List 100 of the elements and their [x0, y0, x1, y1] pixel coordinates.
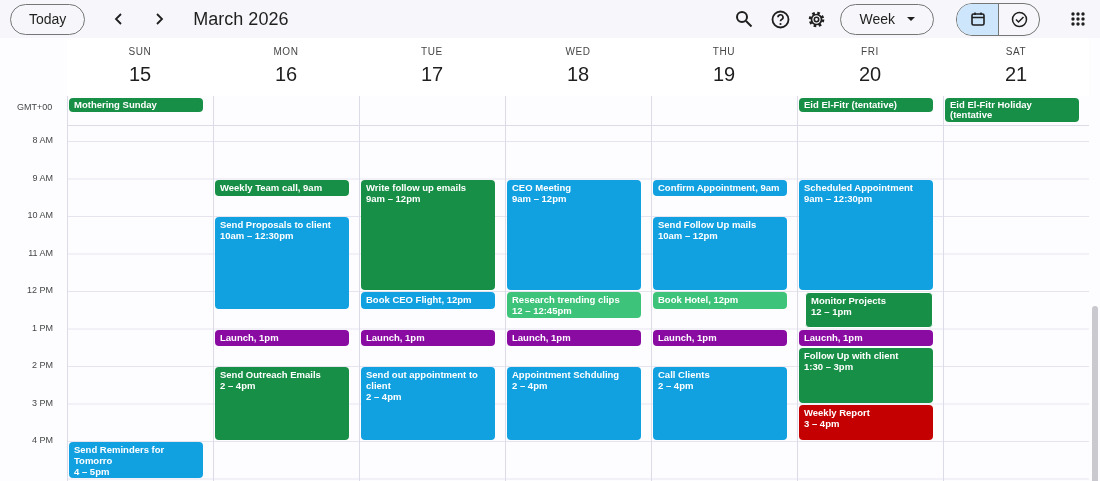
event-block[interactable]: Scheduled Appointment 9am – 12:30pm: [799, 179, 933, 290]
event-title: Write follow up emails: [366, 181, 468, 193]
month-title: March 2026: [193, 8, 290, 30]
event-block[interactable]: Send out appointment to client 2 – 4pm: [361, 367, 495, 440]
event-title: Laucnh, 1pm: [804, 331, 864, 343]
event-title: Weekly Team call, 9am: [220, 181, 324, 193]
event-title: Send Outreach Emails: [220, 369, 322, 380]
event-block[interactable]: Write follow up emails 9am – 12pm: [361, 179, 495, 290]
event-block[interactable]: Follow Up with client 1:30 – 3pm: [799, 348, 933, 403]
event-block[interactable]: Send Proposals to client 10am – 12:30pm: [215, 217, 349, 309]
event-time: 2 – 4pm: [220, 380, 257, 391]
event-title: Send out appointment to client: [366, 369, 479, 391]
help-icon[interactable]: [770, 9, 790, 29]
event-title: Book Hotel, 12pm: [658, 294, 740, 305]
event-time: 12 – 12:45pm: [512, 305, 573, 316]
day-column[interactable]: Weekly Team call, 9am Send Proposals to client 10am – 12:30pm Launch, 1pm Send Outreach Emails 2 – 4pm: [213, 126, 359, 481]
day-column[interactable]: Confirm Appointment, 9am Send Follow Up mails 10am – 12pm Book Hotel, 12pm Launch, 1pm Call Clients 2 – 4pm: [651, 126, 797, 481]
hour-label: 10 AM: [27, 210, 53, 220]
all-day-cell[interactable]: [651, 96, 797, 126]
date-number[interactable]: 21: [1004, 63, 1028, 86]
event-title: Research trending clips: [512, 294, 621, 305]
event-time: 2 – 4pm: [658, 380, 695, 391]
search-icon[interactable]: [735, 10, 754, 28]
event-title: Launch, 1pm: [220, 331, 280, 343]
event-title: Send Reminders for Tomorro: [74, 444, 166, 466]
all-day-cell[interactable]: [213, 96, 359, 126]
weekday-label: SAT: [1005, 46, 1027, 57]
scrollbar-thumb[interactable]: [1092, 306, 1098, 481]
date-number[interactable]: 19: [712, 63, 736, 86]
event-block[interactable]: Book Hotel, 12pm: [653, 292, 787, 309]
event-time: 12 – 1pm: [811, 306, 853, 317]
event-title: Launch, 1pm: [366, 331, 426, 343]
event-time: 3 – 4pm: [804, 417, 840, 429]
event-block[interactable]: Book CEO Flight, 12pm: [361, 292, 495, 309]
day-column[interactable]: Write follow up emails 9am – 12pm Book CEO Flight, 12pm Launch, 1pm Send out appointment to client 2 – 4pm: [359, 126, 505, 481]
date-number[interactable]: 18: [566, 63, 590, 86]
date-number[interactable]: 15: [128, 63, 152, 86]
hour-label: 1 PM: [32, 322, 53, 333]
event-title: Send Proposals to client: [220, 219, 332, 230]
day-column[interactable]: Send Reminders for Tomorro 4 – 5pm: [67, 126, 213, 481]
day-column[interactable]: CEO Meeting 9am – 12pm Research trending clips 12 – 12:45pm Launch, 1pm Appointment Schduling 2 – 4pm: [505, 126, 651, 481]
all-day-event[interactable]: Mothering Sunday: [69, 98, 203, 112]
hour-label: 11 AM: [28, 247, 53, 258]
calendar-icon: [969, 11, 986, 27]
event-title: Weekly Report: [804, 406, 871, 418]
hour-label: 8 AM: [32, 135, 53, 145]
all-day-cell[interactable]: [359, 96, 505, 126]
event-title: Confirm Appointment, 9am: [658, 181, 781, 193]
hour-label: 4 PM: [32, 435, 53, 445]
event-block[interactable]: Research trending clips 12 – 12:45pm: [507, 292, 641, 319]
event-time: 2 – 4pm: [512, 380, 549, 391]
event-time: 4 – 5pm: [74, 466, 111, 477]
event-block[interactable]: CEO Meeting 9am – 12pm: [507, 179, 641, 290]
event-block[interactable]: Send Outreach Emails 2 – 4pm: [215, 367, 349, 440]
chevron-left-icon[interactable]: [114, 13, 125, 25]
event-block[interactable]: Call Clients 2 – 4pm: [653, 367, 787, 440]
event-block[interactable]: Launch, 1pm: [507, 329, 641, 347]
all-day-cell[interactable]: Eid El-Fitr Holiday (tentative: [943, 96, 1089, 126]
event-block[interactable]: Send Reminders for Tomorro 4 – 5pm: [69, 442, 203, 478]
event-title: Monitor Projects: [811, 295, 887, 306]
apps-icon[interactable]: [1071, 12, 1085, 26]
event-time: 2 – 4pm: [366, 391, 403, 402]
event-title: Appointment Schduling: [512, 369, 621, 380]
caret-icon: [907, 17, 915, 21]
date-number[interactable]: 17: [420, 63, 444, 86]
weekday-label: SUN: [128, 46, 152, 57]
weekday-label: MON: [273, 46, 299, 57]
hour-label: 9 AM: [32, 172, 53, 183]
settings-icon[interactable]: [806, 9, 826, 29]
event-block[interactable]: Appointment Schduling 2 – 4pm: [507, 367, 641, 440]
event-block[interactable]: Launch, 1pm: [215, 329, 349, 347]
event-block[interactable]: Send Follow Up mails 10am – 12pm: [653, 217, 787, 290]
date-number[interactable]: 16: [274, 63, 298, 86]
weekday-label: WED: [565, 46, 591, 57]
event-block[interactable]: Weekly Report 3 – 4pm: [799, 404, 933, 440]
event-title: CEO Meeting: [512, 181, 573, 193]
timezone-label: GMT+00: [16, 101, 54, 112]
calendar-view-toggle[interactable]: [957, 3, 998, 35]
event-block[interactable]: Launch, 1pm: [653, 329, 787, 347]
event-block[interactable]: Confirm Appointment, 9am: [653, 179, 787, 197]
event-block[interactable]: Weekly Team call, 9am: [215, 179, 349, 197]
hour-label: 3 PM: [32, 397, 53, 408]
hour-label: 2 PM: [32, 360, 53, 370]
all-day-cell[interactable]: Mothering Sunday: [67, 96, 213, 126]
check-circle-icon: [1010, 10, 1028, 28]
event-title: Launch, 1pm: [512, 331, 572, 343]
event-title: Book CEO Flight, 12pm: [366, 294, 473, 305]
event-title: Send Follow Up mails: [658, 219, 758, 230]
event-block[interactable]: Monitor Projects 12 – 1pm: [805, 292, 933, 328]
chevron-right-icon[interactable]: [154, 13, 165, 25]
day-column[interactable]: Scheduled Appointment 9am – 12:30pm Monitor Projects 12 – 1pm Laucnh, 1pm Follow Up with client 1:30 – 3pm Weekly Report 3 – 4pm: [797, 126, 943, 481]
all-day-event[interactable]: Eid El-Fitr (tentative): [799, 98, 933, 112]
date-number[interactable]: 20: [858, 63, 882, 86]
all-day-cell[interactable]: Eid El-Fitr (tentative): [797, 96, 943, 126]
all-day-event[interactable]: Eid El-Fitr Holiday (tentative: [945, 98, 1079, 122]
event-block[interactable]: Laucnh, 1pm: [799, 329, 933, 347]
event-block[interactable]: Launch, 1pm: [361, 329, 495, 347]
all-day-cell[interactable]: [505, 96, 651, 126]
event-time: 9am – 12pm: [512, 192, 567, 204]
event-title: Call Clients: [658, 369, 711, 380]
